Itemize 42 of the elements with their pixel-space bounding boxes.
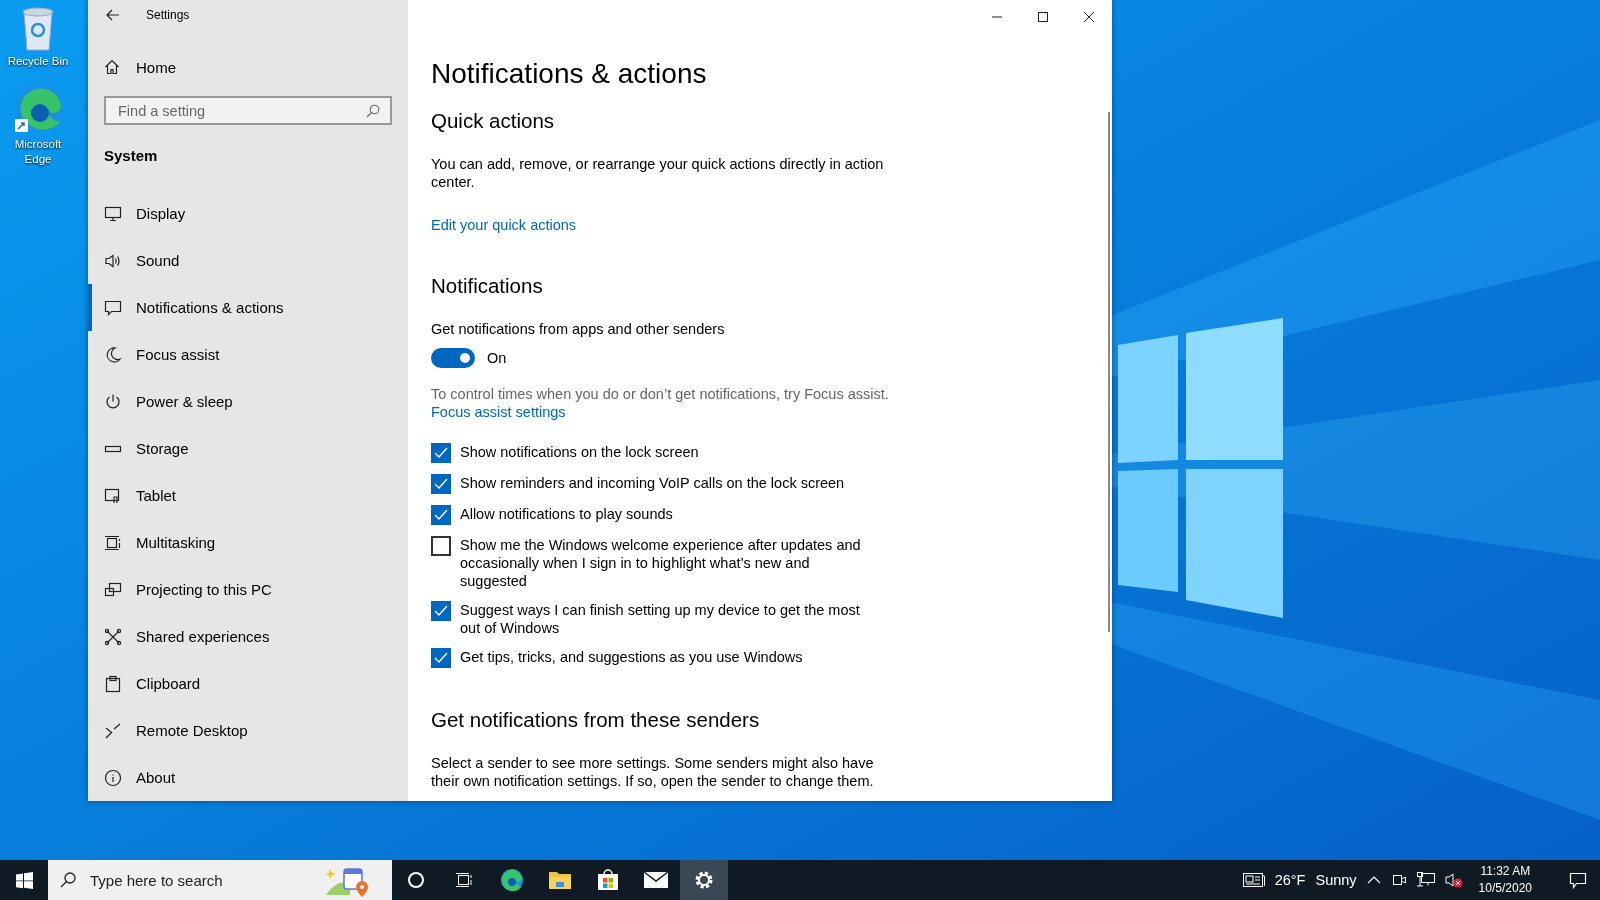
sidebar-item[interactable]: Notifications & actions [88,284,408,331]
sidebar-item[interactable]: Tablet [88,472,408,519]
search-input[interactable]: Type here to search [88,870,312,890]
toggle-state-text: On [487,350,507,366]
sidebar-item[interactable]: Projecting to this PC [88,566,408,613]
sidebar-item[interactable]: Focus assist [88,331,408,378]
window-title: Settings [146,8,190,23]
weather-temperature[interactable]: 26°F [1274,872,1306,888]
clock-time: 11:32 AM [1480,863,1531,880]
checkbox-label: Show reminders and incoming VoIP calls on the lock screen [460,474,846,492]
sidebar-item[interactable]: About [88,754,408,801]
section-heading: Get notifications from these senders [431,708,761,731]
description-text: Select a sender to see more settings. Some senders might also have their own notification settings. If so, open the sender to change them. [431,754,875,790]
search-input[interactable]: Find a setting [116,101,340,120]
sidebar-item[interactable]: Storage [88,425,408,472]
clock-date: 10/5/2020 [1478,880,1532,897]
taskbar-search-field[interactable]: Type here to search [48,860,392,900]
page-title: Notifications & actions [431,58,708,89]
hint-text: To control times when you do or don’t get notifications, try Focus assist. [431,385,890,403]
home-link[interactable]: Home [88,49,408,85]
sidebar-item[interactable]: Multitasking [88,519,408,566]
sidebar-item[interactable]: Display [88,190,408,237]
section-heading: Quick actions [431,109,556,132]
checkbox-label: Allow notifications to play sounds [460,505,674,523]
checkbox-label: Show notifications on the lock screen [460,443,700,461]
edit-quick-actions-link[interactable]: Edit your quick actions [431,216,577,234]
focus-assist-settings-link[interactable]: Focus assist settings [431,403,566,421]
sidebar-item[interactable]: Clipboard [88,660,408,707]
sidebar-item[interactable]: Shared experiences [88,613,408,660]
description-text: You can add, remove, or rearrange your quick actions directly in action center. [431,155,885,191]
search-field[interactable]: Find a setting [104,96,392,125]
sidebar-item[interactable]: Remote Desktop [88,707,408,754]
clock[interactable]: 11:32 AM 10/5/2020 [1478,863,1532,897]
checkbox-label: Suggest ways I can finish setting up my device to get the most out of Windows [460,601,861,637]
sidebar-item[interactable]: Sound [88,237,408,284]
checkbox-label: Get tips, tricks, and suggestions as you use Windows [460,648,804,666]
checkbox-label: Show me the Windows welcome experience after updates and occasionally when I sign in to highlight what’s new and suggested [460,536,862,590]
weather-condition[interactable]: Sunny [1315,872,1357,888]
sidebar-item[interactable]: Power & sleep [88,378,408,425]
section-heading: System [103,146,159,166]
setting-label: Get notifications from apps and other senders [431,320,726,338]
section-heading: Notifications [431,274,544,297]
